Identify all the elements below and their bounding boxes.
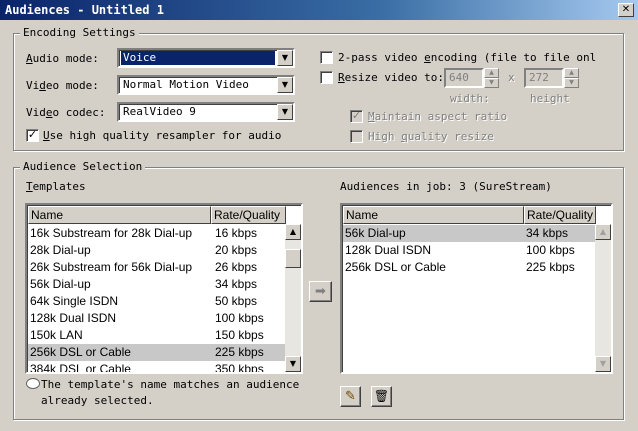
resize-height-input[interactable]: 272 [524,68,564,88]
templates-list-header: Name Rate/Quality [28,206,286,224]
speech-bubble-icon [26,378,40,389]
spin-up-icon[interactable]: ▲ [484,68,499,78]
high-quality-resampler-label: Use high quality resampler for audio [43,129,282,142]
spin-down-icon[interactable]: ▼ [564,78,579,88]
delete-audience-button[interactable]: 🗑 [371,386,392,407]
maintain-aspect-ratio-label: Maintain aspect ratio [368,110,508,123]
two-pass-encoding-label: 2-pass video encoding (file to file onl [338,51,597,64]
column-header-name[interactable]: Name [343,206,524,224]
list-item[interactable]: 56k Dial-up 34 kbps [28,276,285,293]
spin-up-icon[interactable]: ▲ [564,68,579,78]
audiences-in-job-label: Audiences in job: 3 (SureStream) [340,180,552,193]
close-icon: ✕ [621,4,631,15]
column-header-name[interactable]: Name [28,206,211,224]
height-caption: height [530,92,570,105]
width-spinner[interactable]: ▲ ▼ [484,68,499,88]
window-title: Audiences - Untitled 1 [5,3,164,17]
audio-mode-label: Audio mode: [26,52,99,65]
scroll-down-icon[interactable]: ▼ [285,356,301,372]
two-pass-encoding-checkbox[interactable] [320,51,333,64]
resize-video-label: Resize video to: [338,71,444,84]
list-item-selected[interactable]: 56k Dial-up 34 kbps [343,225,595,242]
scroll-up-icon[interactable]: ▲ [595,224,611,240]
scroll-thumb[interactable] [285,249,301,268]
list-item[interactable]: 384k DSL or Cable 350 kbps [28,361,285,372]
high-quality-resampler-checkbox[interactable]: ✓ [26,129,39,142]
jobs-scrollbar[interactable]: ▲ ▼ [595,224,611,372]
chevron-down-icon[interactable]: ▼ [277,50,293,66]
scroll-down-icon[interactable]: ▼ [595,356,611,372]
video-mode-label: Video mode: [26,79,99,92]
title-bar: Audiences - Untitled 1 [0,0,638,20]
chevron-down-icon[interactable]: ▼ [277,104,293,120]
audio-mode-value: Voice [121,51,275,65]
pencil-icon: ✎ [345,389,356,404]
times-label: x [508,71,515,84]
list-item[interactable]: 256k DSL or Cable 225 kbps [343,259,595,276]
maintain-aspect-ratio-checkbox[interactable]: ✓ [350,110,363,123]
note-line-2: already selected. [41,394,154,407]
video-codec-label: Video codec: [26,106,106,119]
list-item[interactable]: 26k Substream for 56k Dial-up 26 kbps [28,259,285,276]
check-icon: ✓ [351,109,362,122]
add-audience-button[interactable]: ➡ [309,281,332,302]
scroll-up-icon[interactable]: ▲ [285,224,301,240]
encoding-settings-legend: Encoding Settings [20,26,139,39]
resize-width-input[interactable]: 640 [444,68,484,88]
jobs-list-header: Name Rate/Quality [343,206,596,224]
check-icon: ✓ [27,128,38,141]
audience-selection-legend: Audience Selection [20,160,146,173]
arrow-right-icon: ➡ [315,284,326,299]
width-caption: width: [450,92,490,105]
close-button[interactable]: ✕ [618,3,634,17]
resize-video-checkbox[interactable] [320,71,333,84]
spin-down-icon[interactable]: ▼ [484,78,499,88]
note-line-1: The template's name matches an audience [41,378,300,391]
high-quality-resize-checkbox[interactable] [350,130,363,143]
column-header-rate[interactable]: Rate/Quality [524,206,596,224]
high-quality-resize-label: High quality resize [368,130,494,143]
list-item[interactable]: 150k LAN 150 kbps [28,327,285,344]
list-item[interactable]: 64k Single ISDN 50 kbps [28,293,285,310]
video-codec-value: RealVideo 9 [123,105,196,118]
templates-label: Templates [26,180,86,193]
chevron-down-icon[interactable]: ▼ [277,77,293,93]
video-mode-value: Normal Motion Video [123,78,249,91]
list-item[interactable]: 128k Dual ISDN 100 kbps [28,310,285,327]
list-item[interactable]: 16k Substream for 28k Dial-up 16 kbps [28,225,285,242]
column-header-rate[interactable]: Rate/Quality [211,206,286,224]
trash-icon: 🗑 [373,389,390,403]
templates-list[interactable]: Name Rate/Quality 16k Substream for 28k … [25,203,303,374]
templates-scrollbar[interactable]: ▲ ▼ [285,224,301,372]
list-item[interactable]: 28k Dial-up 20 kbps [28,242,285,259]
list-item-selected[interactable]: 256k DSL or Cable 225 kbps [28,344,285,361]
audio-mode-select[interactable]: Voice ▼ [117,48,295,68]
edit-audience-button[interactable]: ✎ [340,386,361,407]
video-codec-select[interactable]: RealVideo 9 ▼ [117,102,295,122]
video-mode-select[interactable]: Normal Motion Video ▼ [117,75,295,95]
audiences-in-job-list[interactable]: Name Rate/Quality 56k Dial-up 34 kbps 128… [340,203,613,374]
list-item[interactable]: 128k Dual ISDN 100 kbps [343,242,595,259]
height-spinner[interactable]: ▲ ▼ [564,68,579,88]
